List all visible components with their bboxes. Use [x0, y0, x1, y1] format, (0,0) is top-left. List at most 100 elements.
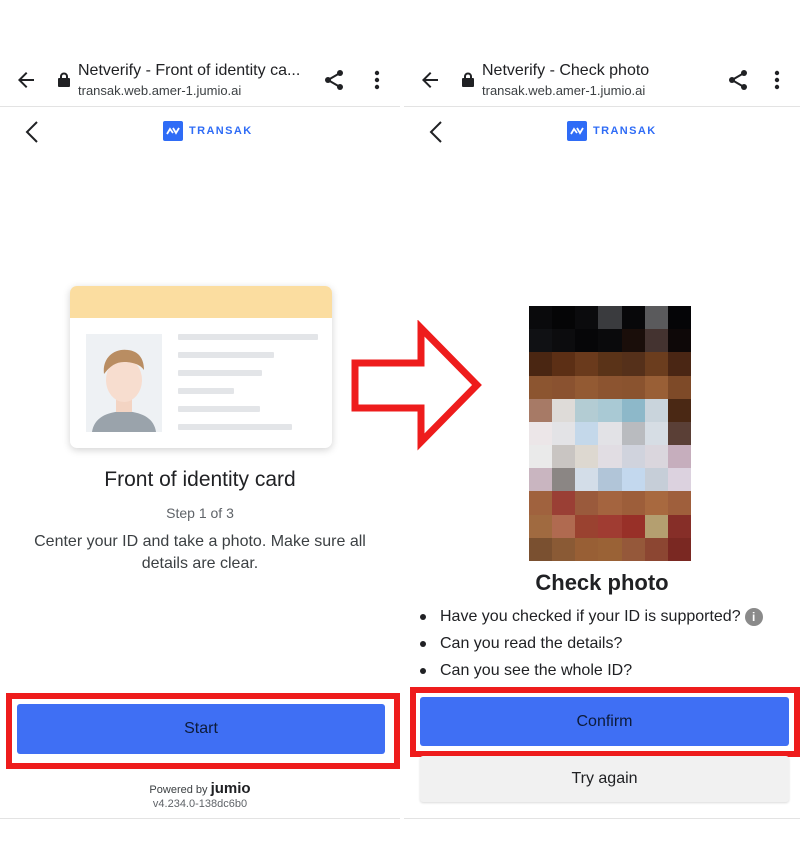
photo-pixel [575, 514, 599, 538]
browser-url[interactable]: transak.web.amer-1.jumio.ai [78, 83, 241, 98]
logo-text: TRANSAK [189, 125, 253, 137]
card-text-line [178, 370, 262, 376]
photo-pixel [644, 398, 668, 422]
photo-pixel [621, 375, 645, 399]
info-icon[interactable]: i [744, 607, 763, 626]
browser-tab-title[interactable]: Netverify - Front of identity ca... [78, 62, 310, 80]
photo-pixel [621, 352, 645, 376]
photo-pixel [552, 491, 576, 515]
share-icon[interactable] [322, 68, 346, 92]
captured-id-photo [529, 306, 691, 561]
page-title: Front of identity card [104, 468, 296, 491]
photo-pixel [598, 421, 622, 446]
id-card-illustration [70, 286, 332, 448]
photo-pixel [667, 514, 691, 538]
chevron-left-icon[interactable] [24, 120, 40, 144]
photo-pixel [598, 375, 622, 399]
powered-by: Powered by jumio [0, 780, 400, 797]
more-vert-icon[interactable] [370, 68, 384, 92]
photo-pixel [598, 329, 622, 353]
photo-pixel [552, 352, 576, 376]
transak-logo: TRANSAK [163, 121, 253, 141]
card-header-band [70, 286, 332, 318]
photo-pixel [667, 329, 691, 353]
chevron-left-icon[interactable] [428, 120, 444, 144]
photo-pixel [529, 329, 553, 353]
photo-pixel [552, 421, 576, 446]
lock-icon [462, 72, 474, 87]
browser-tab-title[interactable]: Netverify - Check photo [482, 62, 714, 80]
photo-pixel [529, 306, 553, 330]
try-again-button-label: Try again [571, 770, 638, 787]
photo-pixel [575, 491, 599, 515]
checklist: Have you checked if your ID is supported… [420, 605, 763, 686]
card-text-line [178, 406, 260, 412]
photo-pixel [644, 468, 668, 492]
photo-pixel [644, 306, 668, 330]
confirm-button-label: Confirm [576, 712, 633, 730]
photo-pixel [598, 514, 622, 538]
try-again-button[interactable]: Try again [420, 756, 789, 802]
photo-pixel [552, 445, 576, 469]
photo-pixel [621, 445, 645, 469]
confirm-button[interactable]: Confirm [420, 697, 789, 746]
photo-pixel [621, 514, 645, 538]
photo-pixel [621, 491, 645, 515]
toolbar-divider [0, 106, 400, 107]
photo-pixel [621, 329, 645, 353]
photo-pixel [552, 329, 576, 353]
card-text-line [178, 424, 292, 430]
photo-pixel [667, 352, 691, 376]
photo-pixel [598, 491, 622, 515]
photo-pixel [575, 352, 599, 376]
photo-pixel [529, 421, 553, 446]
start-button-label: Start [184, 720, 218, 737]
photo-pixel [575, 445, 599, 469]
browser-url[interactable]: transak.web.amer-1.jumio.ai [482, 83, 645, 98]
photo-pixel [529, 537, 553, 561]
transak-logo-icon [163, 121, 183, 141]
photo-pixel [529, 375, 553, 399]
photo-pixel [667, 398, 691, 422]
back-arrow-icon[interactable] [14, 68, 38, 92]
photo-pixel [575, 468, 599, 492]
photo-pixel [621, 537, 645, 561]
photo-pixel [529, 445, 553, 469]
powered-by-label: Powered by [149, 784, 208, 796]
photo-pixel [644, 375, 668, 399]
photo-pixel [552, 514, 576, 538]
card-text-line [178, 334, 318, 340]
photo-pixel [621, 398, 645, 422]
photo-pixel [598, 445, 622, 469]
photo-pixel [552, 398, 576, 422]
back-arrow-icon[interactable] [418, 68, 442, 92]
photo-pixel [667, 306, 691, 330]
start-button[interactable]: Start [17, 704, 385, 754]
photo-pixel [621, 468, 645, 492]
transak-logo: TRANSAK [567, 121, 657, 141]
photo-pixel [667, 421, 691, 446]
photo-pixel [644, 352, 668, 376]
version-text: v4.234.0-138dc6b0 [152, 798, 248, 810]
photo-pixel [575, 306, 599, 330]
photo-pixel [667, 491, 691, 515]
more-vert-icon[interactable] [770, 68, 784, 92]
instructions-text: Center your ID and take a photo. Make su… [34, 533, 366, 572]
card-text-line [178, 352, 274, 358]
photo-pixel [529, 491, 553, 515]
share-icon[interactable] [726, 68, 750, 92]
right-screen: Netverify - Check photo transak.web.amer… [404, 0, 800, 867]
photo-pixel [621, 421, 645, 446]
photo-pixel [644, 445, 668, 469]
photo-pixel [644, 421, 668, 446]
photo-pixel [644, 329, 668, 353]
photo-pixel [552, 375, 576, 399]
browser-toolbar: Netverify - Check photo transak.web.amer… [404, 56, 800, 106]
avatar [86, 334, 162, 432]
jumio-logo: jumio [210, 780, 251, 797]
photo-pixel [552, 537, 576, 561]
list-item: Can you read the details? [420, 632, 763, 659]
photo-pixel [598, 468, 622, 492]
photo-pixel [667, 375, 691, 399]
list-item: Can you see the whole ID? [420, 659, 763, 686]
